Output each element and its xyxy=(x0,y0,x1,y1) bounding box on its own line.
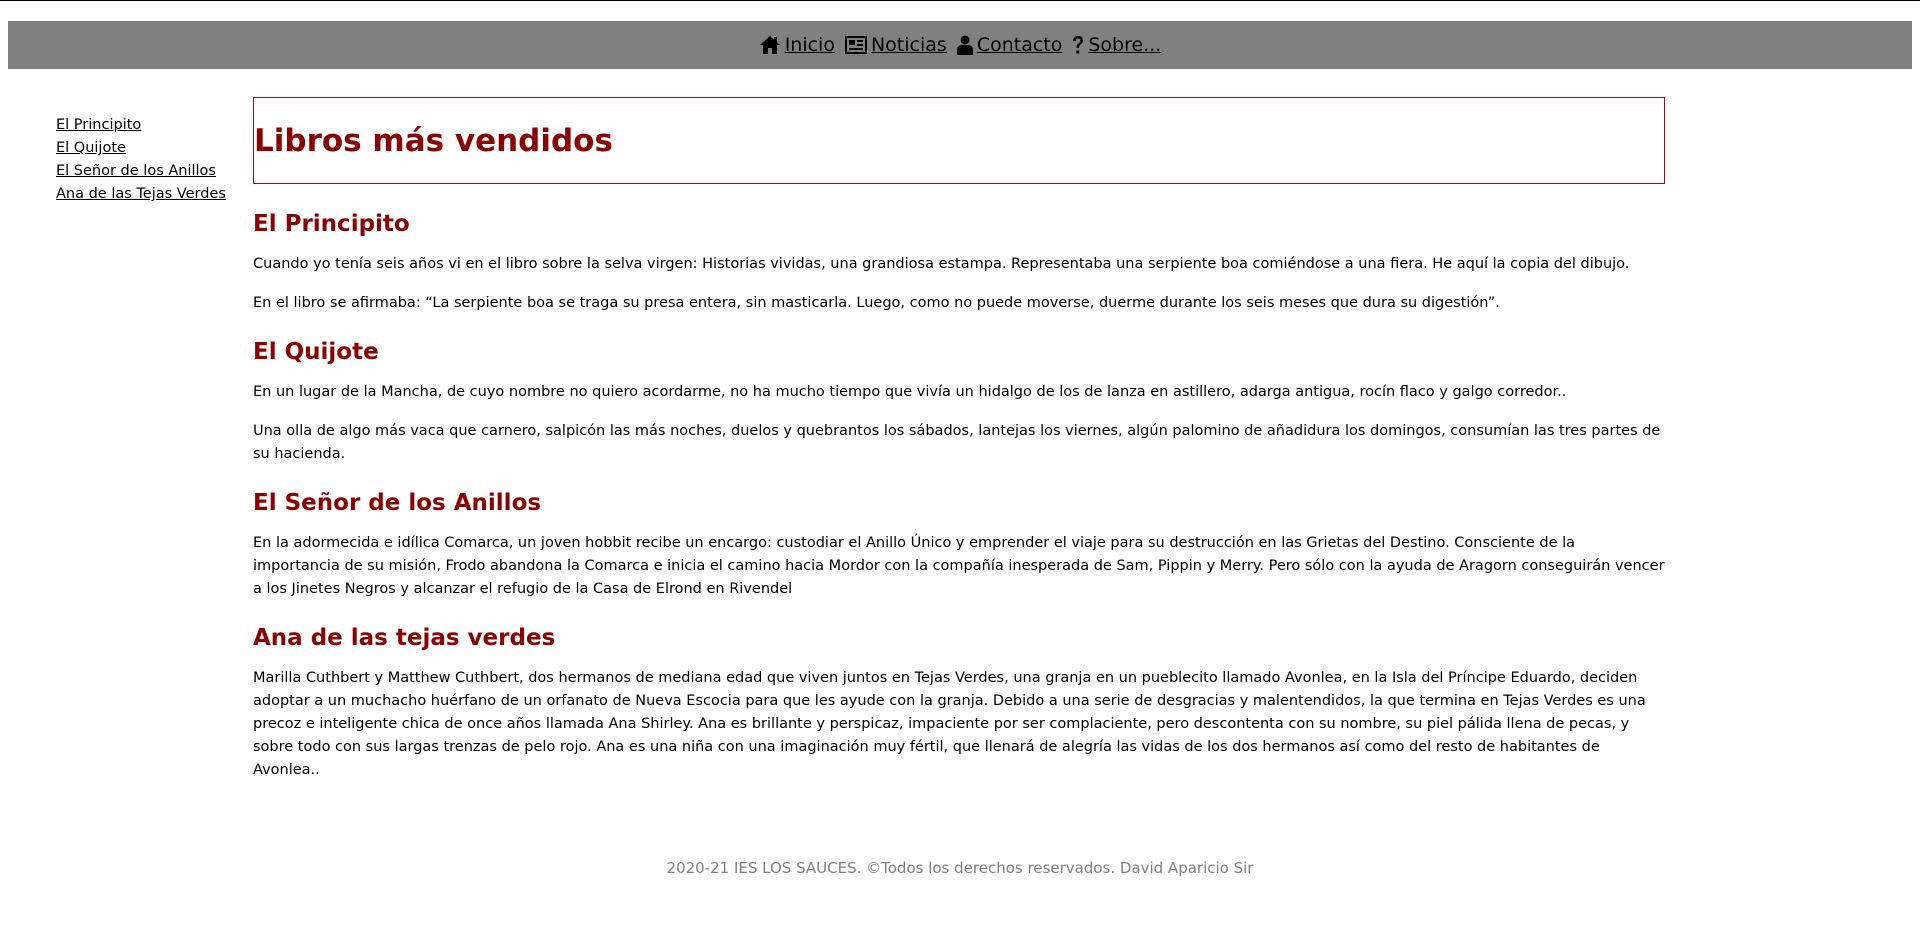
home-icon xyxy=(759,36,780,54)
section-heading-senor-anillos: El Señor de los Anillos xyxy=(253,490,542,516)
paragraph-ana-tejas-verdes-1: Marilla Cuthbert y Matthew Cuthbert, dos… xyxy=(253,670,1646,778)
nav-contacto-link[interactable]: Contacto xyxy=(956,34,1063,56)
sidebar-link-principito[interactable]: El Principito xyxy=(56,114,246,137)
paragraph-principito-1: Cuando yo tenía seis años vi en el libro… xyxy=(253,256,1630,272)
nav-sobre-link[interactable]: Sobre... xyxy=(1072,34,1161,56)
top-border-line xyxy=(0,0,1920,1)
newspaper-icon xyxy=(844,36,867,54)
section-principito: El Principito Cuando yo tenía seis años … xyxy=(253,211,1665,315)
question-icon xyxy=(1073,36,1084,54)
nav-sobre-label: Sobre... xyxy=(1088,34,1162,56)
sidebar-link-quijote[interactable]: El Quijote xyxy=(56,137,246,160)
user-icon xyxy=(956,35,973,55)
paragraph-principito-2: En el libro se afirmaba: “La serpiente b… xyxy=(253,295,1500,311)
top-navbar: Inicio Noticias Contacto Sobre... xyxy=(8,21,1912,69)
sidebar: El Principito El Quijote El Señor de los… xyxy=(56,114,246,206)
paragraph-quijote-2: Una olla de algo más vaca que carnero, s… xyxy=(253,423,1661,462)
paragraph-quijote-1: En un lugar de la Mancha, de cuyo nombre… xyxy=(253,384,1567,400)
section-heading-quijote: El Quijote xyxy=(253,339,379,365)
nav-contacto-label: Contacto xyxy=(976,34,1063,56)
nav-inicio-label: Inicio xyxy=(784,34,835,56)
page-title: Libros más vendidos xyxy=(254,122,613,159)
nav-noticias-label: Noticias xyxy=(870,34,947,56)
title-box: Libros más vendidos xyxy=(253,97,1665,184)
section-senor-anillos: El Señor de los Anillos En la adormecida… xyxy=(253,490,1665,601)
section-heading-ana-tejas-verdes: Ana de las tejas verdes xyxy=(253,625,556,651)
section-quijote: El Quijote En un lugar de la Mancha, de … xyxy=(253,339,1665,466)
footer-copyright: 2020-21 IES LOS SAUCES. ©Todos los derec… xyxy=(666,859,1254,877)
section-heading-principito: El Principito xyxy=(253,211,410,237)
nav-inicio-link[interactable]: Inicio xyxy=(759,34,835,56)
sidebar-link-senor-anillos[interactable]: El Señor de los Anillos xyxy=(56,160,246,183)
main-content: Libros más vendidos El Principito Cuando… xyxy=(253,97,1665,782)
paragraph-senor-anillos-1: En la adormecida e idílica Comarca, un j… xyxy=(253,535,1665,597)
footer: 2020-21 IES LOS SAUCES. ©Todos los derec… xyxy=(0,859,1920,877)
sidebar-link-ana-tejas-verdes[interactable]: Ana de las Tejas Verdes xyxy=(56,183,246,206)
section-ana-tejas-verdes: Ana de las tejas verdes Marilla Cuthbert… xyxy=(253,625,1665,782)
nav-noticias-link[interactable]: Noticias xyxy=(844,34,947,56)
